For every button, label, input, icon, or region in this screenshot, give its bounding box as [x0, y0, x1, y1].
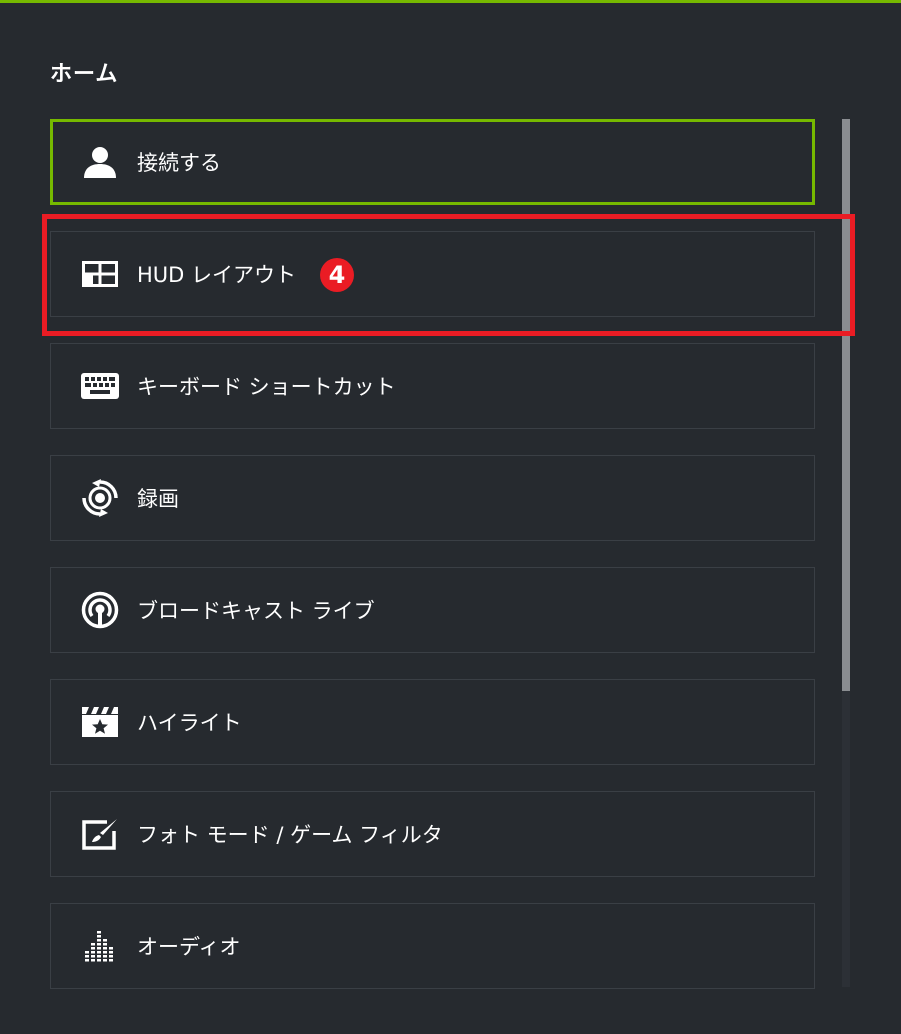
menu-item-label: HUD レイアウト	[137, 263, 297, 287]
menu-item-highlights[interactable]: ハイライト	[50, 679, 815, 765]
menu-item-broadcast-live[interactable]: ブロードキャスト ライブ	[50, 567, 815, 653]
menu-item-recording[interactable]: 録画	[50, 455, 815, 541]
menu-item-hud-layout[interactable]: HUD レイアウト	[50, 231, 815, 317]
home-menu: 接続する HUD レイアウト キーボード ショートカット 録画 ブロードキャスト…	[50, 119, 815, 1015]
record-icon	[80, 478, 120, 518]
menu-item-label: 録画	[137, 487, 179, 511]
menu-item-keyboard-shortcuts[interactable]: キーボード ショートカット	[50, 343, 815, 429]
clapperboard-star-icon	[80, 702, 120, 742]
user-icon	[80, 142, 120, 182]
menu-item-label: ブロードキャスト ライブ	[137, 599, 375, 623]
menu-item-label: ハイライト	[137, 711, 242, 735]
menu-item-label: オーディオ	[137, 935, 241, 959]
photo-edit-icon	[80, 814, 120, 854]
keyboard-icon	[80, 366, 120, 406]
page-title: ホーム	[50, 62, 119, 87]
scrollbar-thumb[interactable]	[842, 119, 850, 691]
menu-item-photo-mode-game-filter[interactable]: フォト モード / ゲーム フィルタ	[50, 791, 815, 877]
menu-item-label: 接続する	[137, 151, 221, 175]
menu-item-audio[interactable]: オーディオ	[50, 903, 815, 989]
audio-equalizer-icon	[80, 926, 120, 966]
menu-item-label: キーボード ショートカット	[137, 375, 396, 399]
annotation-step-badge: 4	[320, 258, 354, 292]
layout-grid-icon	[80, 254, 120, 294]
menu-item-label: フォト モード / ゲーム フィルタ	[137, 823, 443, 847]
top-accent-bar	[0, 0, 901, 3]
menu-item-connect[interactable]: 接続する	[50, 119, 815, 205]
broadcast-icon	[80, 590, 120, 630]
